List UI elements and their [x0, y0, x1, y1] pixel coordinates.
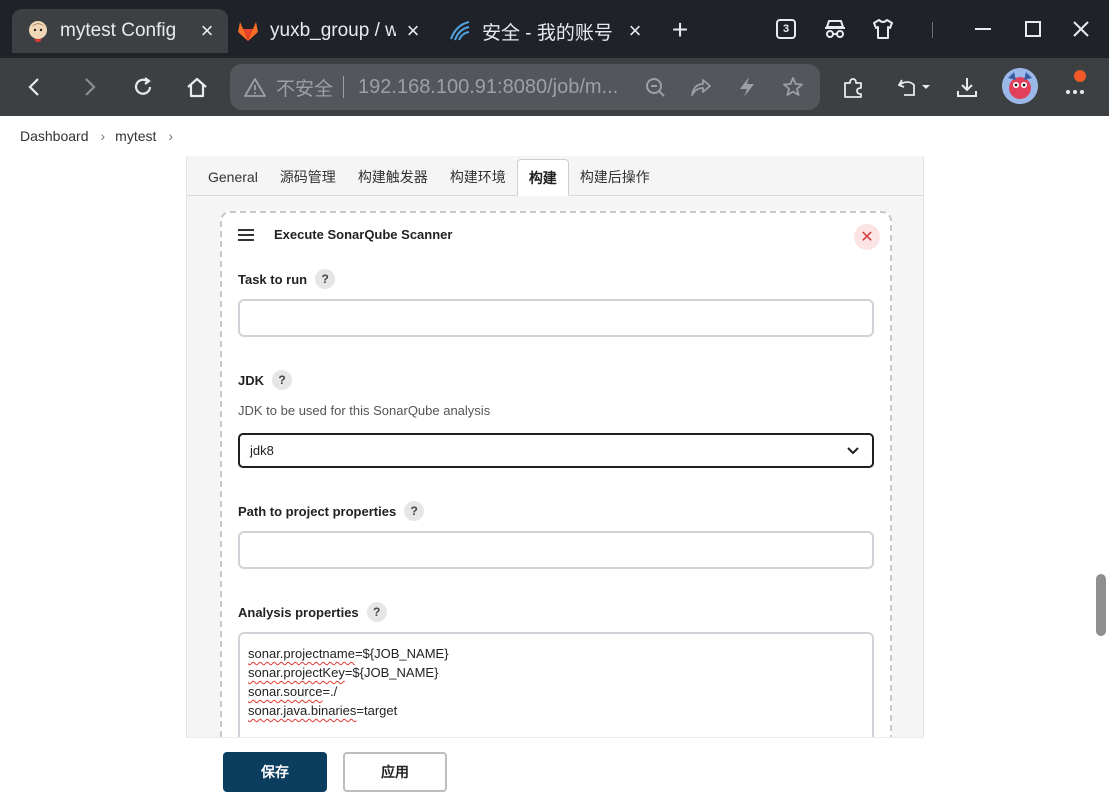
job-config-panel: General 源码管理 构建触发器 构建环境 构建 构建后操作 Execute…	[186, 156, 924, 805]
apply-button[interactable]: 应用	[343, 752, 447, 792]
page-scrollbar[interactable]	[1096, 574, 1106, 636]
address-bar[interactable]: 不安全 192.168.100.91:8080/job/m...	[230, 64, 820, 110]
tab-post-build-actions[interactable]: 构建后操作	[569, 159, 661, 195]
close-tab-icon[interactable]: ×	[402, 18, 424, 44]
sonarqube-scanner-step: Execute SonarQube Scanner ✕ Task to run …	[220, 211, 892, 805]
property-line: sonar.source=./	[248, 684, 338, 699]
back-arrow-icon[interactable]	[20, 72, 50, 102]
property-line: sonar.projectKey=${JOB_NAME}	[248, 665, 439, 680]
tab-build[interactable]: 构建	[516, 159, 569, 196]
help-icon[interactable]: ?	[366, 602, 387, 622]
address-divider	[343, 76, 345, 98]
profile-avatar[interactable]	[1002, 68, 1038, 104]
step-title: Execute SonarQube Scanner	[274, 227, 453, 242]
window-controls-divider	[932, 22, 933, 38]
task-to-run-label: Task to run ?	[238, 269, 336, 289]
jdk-select[interactable]: jdk8	[238, 433, 874, 468]
form-actions-bar: 保存 应用	[186, 737, 924, 805]
task-to-run-input[interactable]	[238, 299, 874, 337]
browser-tab-account-security[interactable]: 安全 - 我的账号 ×	[434, 9, 656, 53]
warning-triangle-icon[interactable]	[244, 75, 268, 99]
tab-build-triggers[interactable]: 构建触发器	[347, 159, 439, 195]
extensions-puzzle-icon[interactable]	[838, 72, 868, 102]
chevron-right-icon[interactable]: ›	[168, 128, 173, 144]
property-line: sonar.projectname=${JOB_NAME}	[248, 646, 449, 661]
analysis-properties-textarea[interactable]: sonar.projectname=${JOB_NAME} sonar.proj…	[238, 632, 874, 750]
breadcrumb-mytest[interactable]: mytest	[115, 128, 156, 144]
reload-icon[interactable]	[128, 72, 158, 102]
new-tab-plus-icon[interactable]: +	[664, 14, 696, 46]
bookmark-star-icon[interactable]	[780, 74, 806, 100]
tab-title: mytest Config	[60, 20, 177, 41]
chevron-down-icon	[846, 443, 862, 459]
tab-count-icon[interactable]: 3	[773, 16, 799, 42]
url-text[interactable]: 192.168.100.91:8080/job/m...	[358, 76, 622, 99]
account-favicon-icon	[448, 19, 472, 43]
lightning-icon[interactable]	[734, 74, 760, 100]
download-icon[interactable]	[952, 72, 982, 102]
close-tab-icon[interactable]: ×	[624, 18, 646, 44]
jdk-label: JDK ?	[238, 370, 293, 390]
home-icon[interactable]	[182, 72, 212, 102]
notification-dot	[1074, 70, 1086, 82]
path-to-project-properties-label: Path to project properties ?	[238, 501, 425, 521]
tab-build-environment[interactable]: 构建环境	[439, 159, 517, 195]
project-properties-path-input[interactable]	[238, 531, 874, 569]
tab-source-code-management[interactable]: 源码管理	[269, 159, 347, 195]
share-arrow-icon[interactable]	[688, 74, 714, 100]
tab-title: 安全 - 我的账号	[482, 22, 613, 44]
minimize-icon[interactable]	[970, 16, 996, 42]
jdk-selected-value: jdk8	[250, 443, 274, 458]
jenkins-favicon-icon	[26, 19, 50, 43]
step-header: Execute SonarQube Scanner	[238, 227, 452, 242]
save-button[interactable]: 保存	[223, 752, 327, 792]
analysis-properties-label: Analysis properties ?	[238, 602, 387, 622]
breadcrumb-dashboard[interactable]: Dashboard	[20, 128, 89, 144]
incognito-icon[interactable]	[822, 16, 848, 42]
shirt-theme-icon[interactable]	[870, 16, 896, 42]
zoom-out-icon[interactable]	[642, 74, 668, 100]
browser-tab-strip: mytest Config × yuxb_group / w × 安全 - 我的…	[0, 0, 1109, 58]
tab-general[interactable]: General	[197, 159, 269, 195]
property-line: sonar.java.binaries=target	[248, 703, 398, 718]
undo-dropdown-icon[interactable]	[894, 72, 934, 102]
browser-tab-yuxb-group[interactable]: yuxb_group / w ×	[222, 9, 434, 53]
close-tab-icon[interactable]: ×	[196, 18, 218, 44]
jdk-description: JDK to be used for this SonarQube analys…	[238, 403, 491, 418]
drag-handle-icon[interactable]	[238, 228, 254, 241]
help-icon[interactable]: ?	[272, 370, 293, 390]
tab-title: yuxb_group / w	[270, 20, 396, 41]
security-status-label[interactable]: 不安全	[276, 74, 333, 101]
gitlab-favicon-icon	[236, 19, 260, 43]
delete-step-close-icon[interactable]: ✕	[854, 224, 880, 250]
browser-tab-mytest-config[interactable]: mytest Config ×	[12, 9, 228, 53]
breadcrumb: Dashboard › mytest ›	[0, 116, 1109, 156]
chevron-right-icon[interactable]: ›	[101, 128, 106, 144]
config-section-tabs: General 源码管理 构建触发器 构建环境 构建 构建后操作	[187, 156, 923, 196]
help-icon[interactable]: ?	[404, 501, 425, 521]
forward-arrow-icon[interactable]	[74, 72, 104, 102]
close-window-icon[interactable]	[1068, 16, 1094, 42]
browser-toolbar: 不安全 192.168.100.91:8080/job/m...	[0, 58, 1109, 116]
help-icon[interactable]: ?	[315, 269, 336, 289]
maximize-icon[interactable]	[1020, 16, 1046, 42]
